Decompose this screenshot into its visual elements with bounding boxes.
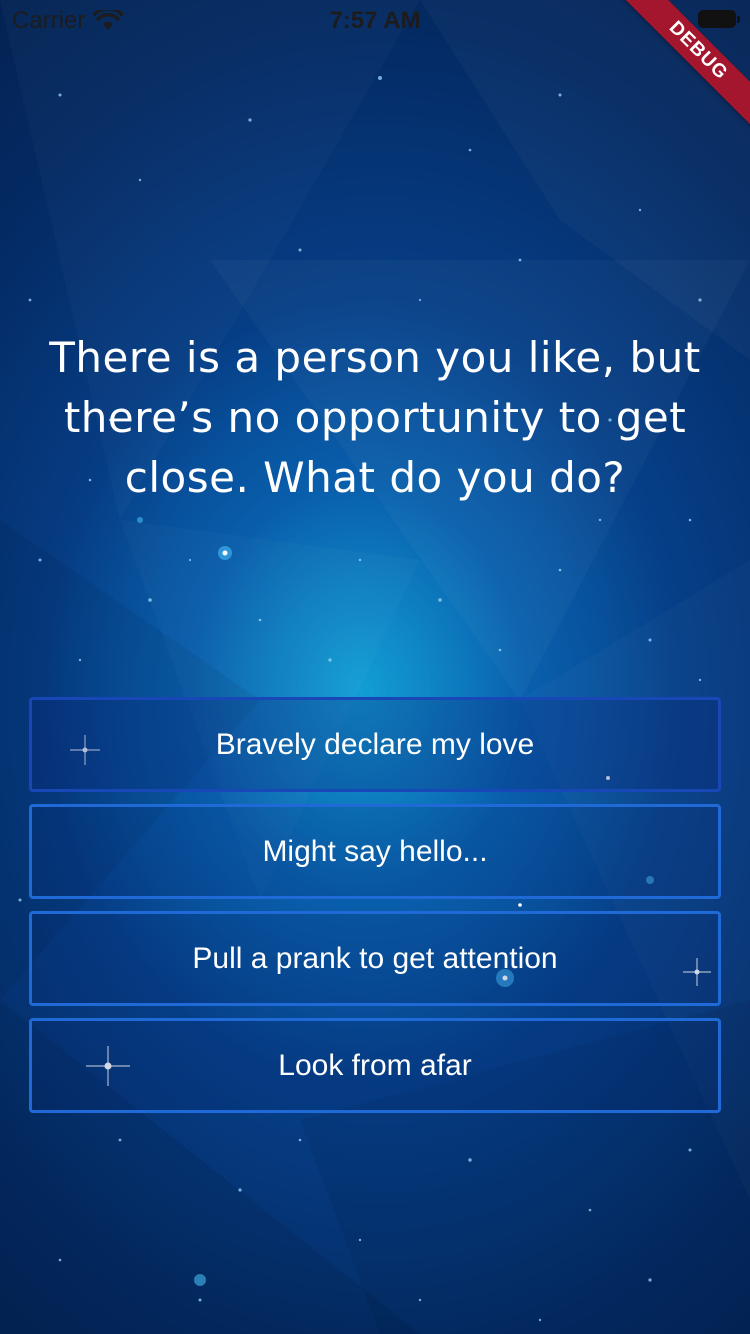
- battery-icon: [698, 10, 740, 28]
- question-text: There is a person you like, but there’s …: [49, 333, 701, 502]
- answer-button-declare-love[interactable]: Bravely declare my love: [29, 697, 721, 792]
- starfield: [18, 76, 711, 1322]
- answer-button-pull-prank[interactable]: Pull a prank to get attention: [29, 911, 721, 1006]
- answer-button-look-from-afar[interactable]: Look from afar: [29, 1018, 721, 1113]
- quiz-screen: Carrier 7:57 AM DEBUG There is a person …: [0, 0, 750, 1334]
- answer-list: Bravely declare my love Might say hello.…: [29, 697, 721, 1125]
- answer-button-say-hello[interactable]: Might say hello...: [29, 804, 721, 899]
- background-facets: [0, 520, 750, 1334]
